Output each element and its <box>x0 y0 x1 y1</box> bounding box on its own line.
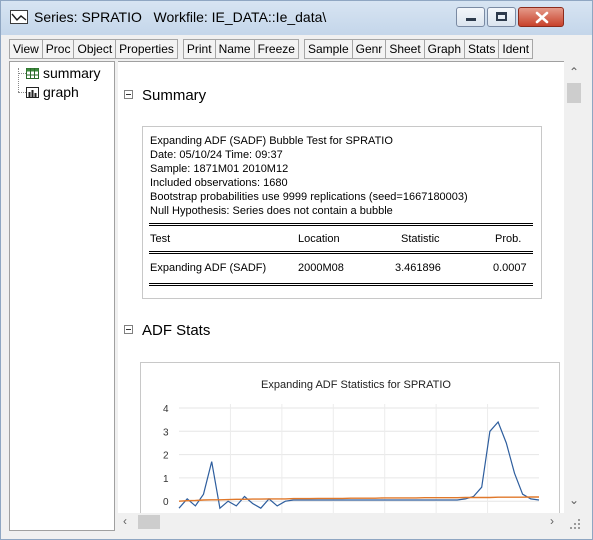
cell-test: Expanding ADF (SADF) <box>150 262 267 274</box>
title-bar[interactable]: Series: SPRATIO Workfile: IE_DATA::Ie_da… <box>1 1 592 35</box>
table-rule <box>149 283 533 286</box>
adf-chart: Expanding ADF Statistics for SPRATIO 4 3 2… <box>140 362 560 514</box>
tree-item-graph[interactable]: graph <box>26 84 79 100</box>
horizontal-scrollbar[interactable]: ‹ › <box>118 513 564 531</box>
chart-y-tick-label: 1 <box>163 474 169 485</box>
summary-section-header[interactable]: Summary <box>124 87 206 104</box>
scroll-down-icon[interactable]: ⌄ <box>569 493 579 507</box>
properties-button[interactable]: Properties <box>115 39 178 59</box>
object-button[interactable]: Object <box>73 39 117 59</box>
minimize-button[interactable] <box>456 7 485 27</box>
stats-button[interactable]: Stats <box>464 39 500 59</box>
cell-location: 2000M08 <box>298 262 344 274</box>
collapse-icon[interactable] <box>124 90 133 99</box>
vertical-scrollbar[interactable]: ⌃ ⌄ <box>564 61 584 513</box>
adf-chart-svg: Expanding ADF Statistics for SPRATIO 4 3 2… <box>163 379 540 514</box>
summary-heading: Summary <box>142 87 207 104</box>
summary-line: Included observations: 1680 <box>150 177 288 189</box>
summary-line: Null Hypothesis: Series does not contain… <box>150 205 393 217</box>
chart-title: Expanding ADF Statistics for SPRATIO <box>261 379 451 391</box>
adf-section-header[interactable]: ADF Stats <box>124 322 210 339</box>
summary-line: Bootstrap probabilities use 9999 replica… <box>150 191 468 203</box>
resize-grip-icon[interactable] <box>566 515 582 531</box>
window-title: Series: SPRATIO Workfile: IE_DATA::Ie_da… <box>34 9 327 25</box>
summary-line: Expanding ADF (SADF) Bubble Test for SPR… <box>150 135 393 147</box>
summary-line: Date: 05/10/24 Time: 09:37 <box>150 149 283 161</box>
scroll-up-icon[interactable]: ⌃ <box>569 65 579 79</box>
graph-icon <box>26 85 39 98</box>
sample-button[interactable]: Sample <box>303 39 353 59</box>
close-icon <box>535 11 549 24</box>
col-header-location: Location <box>298 233 340 245</box>
genr-button[interactable]: Genr <box>351 39 387 59</box>
content-pane: Summary Expanding ADF (SADF) Bubble Test… <box>118 61 564 514</box>
print-button[interactable]: Print <box>182 39 216 59</box>
horizontal-scroll-thumb[interactable] <box>138 515 160 529</box>
tree-connector <box>18 73 26 74</box>
summary-line: Sample: 1871M01 2010M12 <box>150 163 289 175</box>
sheet-button[interactable]: Sheet <box>385 39 425 59</box>
tree-connector <box>18 68 19 92</box>
toolbar: View Proc Object Properties Print Name F… <box>9 39 534 59</box>
view-button[interactable]: View <box>9 39 43 59</box>
tree-connector <box>18 92 26 93</box>
col-header-statistic: Statistic <box>401 233 440 245</box>
chart-series-line-1 <box>178 420 540 510</box>
series-window: Series: SPRATIO Workfile: IE_DATA::Ie_da… <box>0 0 593 540</box>
cell-prob: 0.0007 <box>493 262 527 274</box>
tree-item-label: summary <box>43 65 101 81</box>
graph-button[interactable]: Graph <box>423 39 466 59</box>
freeze-button[interactable]: Freeze <box>253 39 299 59</box>
chart-y-tick-label: 3 <box>163 427 169 438</box>
vertical-scroll-thumb[interactable] <box>567 83 581 103</box>
scroll-right-icon[interactable]: › <box>550 514 554 528</box>
tree-item-summary[interactable]: summary <box>26 65 101 81</box>
scroll-left-icon[interactable]: ‹ <box>123 514 127 528</box>
col-header-test: Test <box>150 233 171 245</box>
table-rule <box>149 223 533 226</box>
table-icon <box>26 66 39 79</box>
collapse-icon[interactable] <box>124 325 133 334</box>
output-tree: summary graph <box>9 61 115 531</box>
name-button[interactable]: Name <box>214 39 255 59</box>
maximize-button[interactable] <box>487 7 516 27</box>
ident-button[interactable]: Ident <box>498 39 534 59</box>
tree-item-label: graph <box>43 84 79 100</box>
chart-y-tick-label: 0 <box>163 497 169 508</box>
col-header-prob: Prob. <box>495 233 522 245</box>
table-rule <box>149 251 533 254</box>
proc-button[interactable]: Proc <box>41 39 75 59</box>
summary-table: Expanding ADF (SADF) Bubble Test for SPR… <box>142 126 542 299</box>
close-button[interactable] <box>518 7 564 27</box>
adf-heading: ADF Stats <box>142 322 211 339</box>
series-icon <box>10 10 28 24</box>
cell-statistic: 3.461896 <box>395 262 441 274</box>
chart-y-tick-label: 2 <box>163 451 169 462</box>
chart-y-tick-label: 4 <box>163 404 169 415</box>
